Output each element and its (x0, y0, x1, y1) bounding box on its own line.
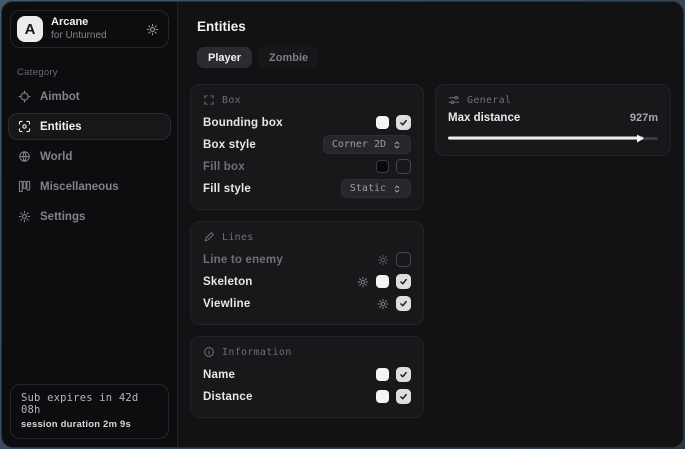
box-section-header: Box (203, 94, 411, 106)
general-section: General Max distance 927m (435, 84, 671, 156)
general-section-header: General (448, 94, 658, 106)
box-section: Box Bounding box Box (190, 84, 424, 210)
app-logo-letter: A (25, 21, 36, 38)
sliders-icon (448, 94, 460, 106)
setting-row-name: Name (203, 364, 411, 385)
gear-icon[interactable] (377, 298, 389, 310)
sub-expires-text: Sub expires in 42d 08h (21, 392, 158, 416)
lines-section-header: Lines (203, 231, 411, 243)
dashed-box-icon (203, 94, 215, 106)
color-swatch[interactable] (376, 368, 389, 381)
sidebar-item-settings[interactable]: Settings (8, 203, 171, 230)
subscription-card: Sub expires in 42d 08h session duration … (10, 384, 169, 439)
sidebar-nav: Aimbot Entities (2, 83, 177, 230)
sidebar: A Arcane for Unturned Category (2, 2, 178, 447)
lines-section: Lines Line to enemy (190, 221, 424, 325)
app-logo: A (17, 16, 43, 42)
crosshair-icon (18, 90, 31, 103)
setting-row-viewline: Viewline (203, 293, 411, 314)
desktop-background: A Arcane for Unturned Category (0, 0, 685, 449)
checkbox[interactable] (396, 159, 411, 174)
box-style-dropdown[interactable]: Corner 2D (323, 135, 411, 154)
main-panel: Entities Player Zombie (178, 2, 683, 447)
sidebar-item-label: World (40, 151, 72, 163)
pencil-icon (203, 231, 215, 243)
globe-icon (18, 150, 31, 163)
information-section: Information Name Dis (190, 336, 424, 418)
checkbox[interactable] (396, 389, 411, 404)
tab-zombie[interactable]: Zombie (258, 47, 319, 68)
category-label: Category (17, 67, 177, 78)
checkbox[interactable] (396, 115, 411, 130)
fill-style-dropdown[interactable]: Static (341, 179, 411, 198)
max-distance-value: 927m (630, 112, 658, 124)
setting-row-distance: Distance (203, 386, 411, 407)
app-window: A Arcane for Unturned Category (1, 1, 684, 448)
slider-fill (448, 137, 643, 140)
session-duration-text: session duration 2m 9s (21, 419, 158, 430)
color-swatch[interactable] (376, 275, 389, 288)
color-swatch[interactable] (376, 116, 389, 129)
setting-row-fill-style: Fill style Static (203, 178, 411, 199)
content-columns: Box Bounding box Box (190, 84, 671, 418)
info-icon (203, 346, 215, 358)
checkbox[interactable] (396, 252, 411, 267)
gear-icon[interactable] (377, 254, 389, 266)
setting-row-line-to-enemy: Line to enemy (203, 249, 411, 270)
sidebar-item-world[interactable]: World (8, 143, 171, 170)
entity-tabs: Player Zombie (197, 47, 671, 68)
lines-section-title: Lines (222, 232, 254, 243)
box-section-title: Box (222, 95, 241, 106)
sidebar-item-label: Settings (40, 211, 85, 223)
chevron-selector-icon (392, 184, 402, 194)
left-column: Box Bounding box Box (190, 84, 424, 418)
brand-card: A Arcane for Unturned (10, 10, 169, 48)
color-swatch[interactable] (376, 160, 389, 173)
right-column: General Max distance 927m (435, 84, 671, 156)
max-distance-slider[interactable] (448, 133, 658, 143)
scan-icon (18, 120, 31, 133)
page-title: Entities (197, 19, 671, 34)
tab-player[interactable]: Player (197, 47, 252, 68)
columns-icon (18, 180, 31, 193)
gear-icon[interactable] (146, 23, 159, 36)
chevron-selector-icon (392, 140, 402, 150)
sidebar-item-label: Miscellaneous (40, 181, 119, 193)
dropdown-value: Static (350, 183, 386, 194)
setting-row-skeleton: Skeleton (203, 271, 411, 292)
app-name: Arcane (51, 16, 107, 30)
sidebar-item-label: Aimbot (40, 91, 80, 103)
sidebar-item-miscellaneous[interactable]: Miscellaneous (8, 173, 171, 200)
gear-icon[interactable] (357, 276, 369, 288)
checkbox[interactable] (396, 274, 411, 289)
setting-row-fill-box: Fill box (203, 156, 411, 177)
checkbox[interactable] (396, 367, 411, 382)
dropdown-value: Corner 2D (332, 139, 386, 150)
sidebar-item-label: Entities (40, 121, 82, 133)
slider-thumb[interactable] (637, 134, 644, 142)
checkbox[interactable] (396, 296, 411, 311)
general-section-title: General (467, 95, 511, 106)
brand-text: Arcane for Unturned (51, 16, 107, 42)
setting-row-box-style: Box style Corner 2D (203, 134, 411, 155)
information-section-header: Information (203, 346, 411, 358)
sidebar-item-entities[interactable]: Entities (8, 113, 171, 140)
setting-row-max-distance: Max distance 927m (448, 112, 658, 124)
information-section-title: Information (222, 347, 292, 358)
app-subtitle: for Unturned (51, 30, 107, 43)
setting-row-bounding-box: Bounding box (203, 112, 411, 133)
color-swatch[interactable] (376, 390, 389, 403)
sidebar-item-aimbot[interactable]: Aimbot (8, 83, 171, 110)
gear-icon (18, 210, 31, 223)
